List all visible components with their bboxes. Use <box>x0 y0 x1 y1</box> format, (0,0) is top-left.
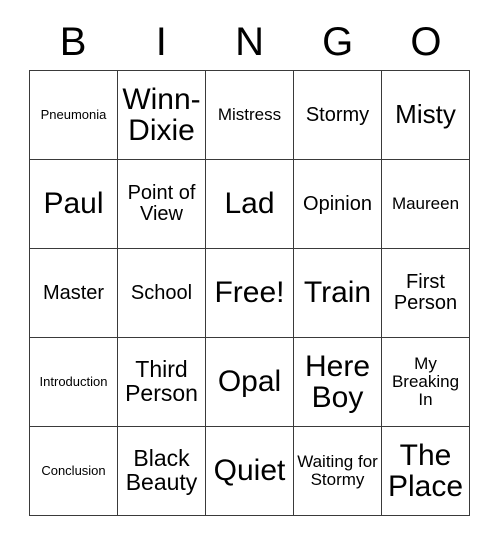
bingo-cell-r1-c1[interactable]: Pneumonia <box>30 71 118 160</box>
bingo-cell-r3-c1[interactable]: Master <box>30 249 118 338</box>
bingo-cell-r4-c3[interactable]: Opal <box>206 338 294 427</box>
bingo-cell-r1-c3[interactable]: Mistress <box>206 71 294 160</box>
bingo-header: BINGO <box>29 14 470 70</box>
bingo-cell-label: Conclusion <box>41 463 106 479</box>
bingo-cell-r1-c4[interactable]: Stormy <box>294 71 382 160</box>
bingo-header-letter-o: O <box>410 20 442 64</box>
bingo-cell-r5-c2[interactable]: Black Beauty <box>118 427 206 516</box>
bingo-cell-r4-c4[interactable]: Here Boy <box>294 338 382 427</box>
bingo-cell-r5-c3[interactable]: Quiet <box>206 427 294 516</box>
bingo-cell-r5-c1[interactable]: Conclusion <box>30 427 118 516</box>
bingo-cell-label: The Place <box>387 438 464 503</box>
bingo-cell-r4-c1[interactable]: Introduction <box>30 338 118 427</box>
bingo-free-cell[interactable]: Free! <box>206 249 294 338</box>
bingo-cell-label: My Breaking In <box>391 354 460 409</box>
bingo-cell-r2-c3[interactable]: Lad <box>206 160 294 249</box>
bingo-cell-label: Maureen <box>391 194 460 214</box>
bingo-cell-label: School <box>130 281 193 304</box>
bingo-cell-label: Introduction <box>39 374 108 390</box>
bingo-header-letter-b: B <box>59 20 87 64</box>
bingo-cell-r1-c5[interactable]: Misty <box>382 71 470 160</box>
bingo-cell-r3-c4[interactable]: Train <box>294 249 382 338</box>
bingo-cell-r1-c2[interactable]: Winn-Dixie <box>118 71 206 160</box>
bingo-cell-label: Mistress <box>217 105 282 125</box>
bingo-cell-label: Pneumonia <box>40 107 107 123</box>
bingo-cell-r5-c4[interactable]: Waiting for Stormy <box>294 427 382 516</box>
bingo-cell-label: Winn-Dixie <box>122 82 201 147</box>
bingo-cell-label: Point of View <box>127 182 196 225</box>
bingo-cell-r3-c5[interactable]: First Person <box>382 249 470 338</box>
bingo-grid: Pneumonia Winn-Dixie Mistress Stormy Misty Pa… <box>29 70 470 516</box>
bingo-card: B I N G O Pneumonia Winn-Dixie Mistress Stormy M… <box>0 0 500 544</box>
bingo-cell-label: Master <box>42 281 105 304</box>
bingo-header-letter-g: G <box>322 20 354 64</box>
bingo-cell-label: Stormy <box>305 103 370 126</box>
bingo-cell-r2-c2[interactable]: Point of View <box>118 160 206 249</box>
bingo-cell-label: Waiting for Stormy <box>297 452 378 489</box>
bingo-cell-label: Lad <box>224 187 275 221</box>
bingo-cell-label: Black Beauty <box>125 445 198 495</box>
bingo-cell-label: Here Boy <box>304 349 371 414</box>
bingo-cell-r4-c5[interactable]: My Breaking In <box>382 338 470 427</box>
bingo-cell-label: Train <box>303 276 372 310</box>
bingo-cell-r5-c5[interactable]: The Place <box>382 427 470 516</box>
bingo-cell-label: First Person <box>393 271 458 314</box>
bingo-cell-label: Paul <box>43 187 104 221</box>
bingo-header-letter-n: N <box>235 20 264 64</box>
bingo-cell-r3-c2[interactable]: School <box>118 249 206 338</box>
bingo-cell-label: Misty <box>395 99 456 130</box>
bingo-cell-r2-c1[interactable]: Paul <box>30 160 118 249</box>
bingo-cell-r2-c4[interactable]: Opinion <box>294 160 382 249</box>
bingo-cell-label: Opinion <box>303 192 372 215</box>
bingo-cell-label: Opal <box>217 365 282 399</box>
bingo-header-letter-i: I <box>155 20 167 64</box>
bingo-cell-r2-c5[interactable]: Maureen <box>382 160 470 249</box>
bingo-cell-r4-c2[interactable]: Third Person <box>118 338 206 427</box>
bingo-cell-label: Third Person <box>125 356 198 406</box>
bingo-cell-label: Quiet <box>213 454 286 488</box>
bingo-cell-label: Free! <box>214 276 285 310</box>
